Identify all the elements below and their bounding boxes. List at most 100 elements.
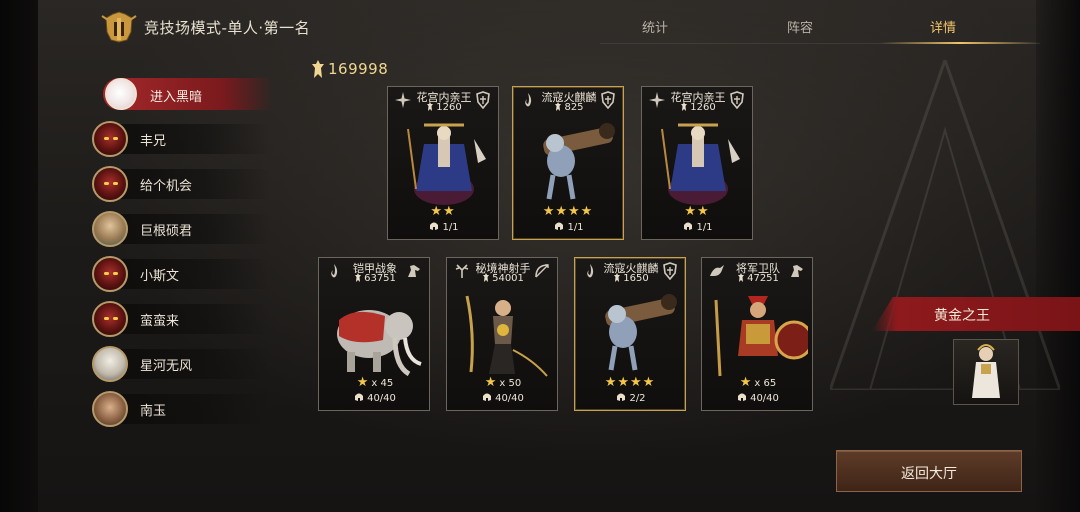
background-mountain [830, 60, 1060, 390]
stars-value: ★★ [684, 204, 710, 219]
unit-count: 40/40 [319, 392, 431, 404]
helmet-icon [430, 222, 439, 230]
tab-statistics[interactable]: 统计 [600, 14, 710, 44]
unit-power-value: 63751 [364, 273, 396, 284]
demon-helm-avatar [92, 256, 128, 292]
unit-power-value: 1650 [623, 273, 649, 284]
unit-artwork [714, 296, 808, 377]
left-edge-bar [0, 0, 38, 512]
power-icon [555, 102, 562, 111]
player-name: 小斯文 [140, 269, 180, 284]
player-item[interactable]: 丰兄 [92, 120, 270, 158]
gold-helmet-icon [101, 11, 137, 43]
stars-value: ★ [484, 375, 498, 390]
unit-card[interactable]: 秘境神射手 54001 ★ x 50 40/40 [446, 257, 558, 411]
unit-card[interactable]: 将军卫队 47251 ★ x 65 40/40 [701, 257, 813, 411]
tab-bar: 统计 阵容 详情 [600, 14, 1040, 44]
player-name: 给个机会 [140, 179, 193, 194]
unit-count-value: 1/1 [567, 222, 584, 233]
stars-value: ★★★★ [604, 375, 656, 390]
unit-count: 40/40 [702, 392, 814, 404]
unit-artwork [407, 123, 486, 205]
golden-king-banner: 黄金之王 [872, 297, 1080, 331]
power-icon [312, 60, 324, 78]
player-item[interactable]: 南玉 [92, 390, 270, 428]
helmet-icon [684, 222, 693, 230]
player-item[interactable]: 巨根硕君 [92, 210, 270, 248]
unit-artwork [337, 310, 422, 377]
star-multiplier: x 50 [499, 378, 522, 389]
stars-value: ★★★★ [542, 204, 594, 219]
demon-helm-avatar [92, 301, 128, 337]
dark-orb-icon [105, 78, 137, 110]
unit-power-value: 1260 [436, 102, 462, 113]
unit-power: 54001 [447, 273, 559, 284]
total-power: 169998 [310, 59, 388, 79]
unit-power: 1260 [388, 102, 500, 113]
unit-count-value: 40/40 [367, 393, 396, 404]
unit-power-value: 47251 [747, 273, 779, 284]
active-tab-indicator [880, 42, 1040, 44]
page-title: 竞技场模式-单人·第一名 [144, 18, 311, 37]
back-to-lobby-button[interactable]: 返回大厅 [836, 450, 1022, 492]
tab-lineup[interactable]: 阵容 [745, 14, 855, 44]
unit-power: 63751 [319, 273, 431, 284]
player-name: 巨根硕君 [140, 224, 193, 239]
player-name: 丰兄 [140, 134, 167, 149]
player-item[interactable]: 给个机会 [92, 165, 270, 203]
unit-count-value: 40/40 [495, 393, 524, 404]
unit-count-value: 40/40 [750, 393, 779, 404]
star-rating: ★★★★ [513, 204, 625, 219]
helmet-icon [483, 393, 492, 401]
unit-power: 1260 [642, 102, 754, 113]
unit-power-value: 54001 [492, 273, 524, 284]
unit-artwork [661, 123, 740, 205]
hero-portrait[interactable] [953, 339, 1019, 405]
star-multiplier: x 45 [371, 378, 394, 389]
unit-card[interactable]: 花宫内亲王 1260 ★★ 1/1 [641, 86, 753, 240]
unit-power-value: 825 [564, 102, 584, 113]
star-rating: ★★ [642, 204, 754, 219]
unit-power: 47251 [702, 273, 814, 284]
elf-avatar [92, 346, 128, 382]
stars-value: ★★ [430, 204, 456, 219]
tab-details[interactable]: 详情 [888, 14, 998, 44]
star-rating: ★ x 50 [447, 375, 559, 390]
helmet-icon [738, 393, 747, 401]
back-to-lobby-label: 返回大厅 [901, 466, 957, 482]
player-row-bg [110, 394, 270, 424]
unit-count: 1/1 [513, 221, 625, 233]
unit-card[interactable]: 流寇火麒麟 825 ★★★★ 1/1 [512, 86, 624, 240]
star-rating: ★★★★ [575, 375, 687, 390]
unit-artwork [465, 295, 548, 377]
dwarf-avatar [92, 211, 128, 247]
unit-power: 825 [513, 102, 625, 113]
unit-card[interactable]: 花宫内亲王 1260 ★★ 1/1 [387, 86, 499, 240]
enter-dark-button[interactable]: 进入黑暗 [103, 78, 273, 110]
hero-figure-icon [972, 344, 1000, 398]
player-name: 星河无风 [140, 359, 193, 374]
demon-helm-avatar [92, 166, 128, 202]
player-name: 蛮蛮来 [140, 314, 180, 329]
player-row-bg [110, 259, 270, 289]
player-item[interactable]: 星河无风 [92, 345, 270, 383]
player-item[interactable]: 蛮蛮来 [92, 300, 270, 338]
unit-card[interactable]: 流寇火麒麟 1650 ★★★★ 2/2 [574, 257, 686, 411]
star-rating: ★★ [388, 204, 500, 219]
player-item[interactable]: 小斯文 [92, 255, 270, 293]
unit-card[interactable]: 铠甲战象 63751 ★ x 45 40/40 [318, 257, 430, 411]
unit-count: 2/2 [575, 392, 687, 404]
player-row-bg [110, 304, 270, 334]
unit-power-value: 1260 [690, 102, 716, 113]
star-multiplier: x 65 [754, 378, 777, 389]
game-screen: 竞技场模式-单人·第一名 统计 阵容 详情 169998 进入黑暗 丰兄 给个机… [0, 0, 1080, 512]
enter-dark-label: 进入黑暗 [150, 90, 203, 105]
helmet-icon [555, 222, 564, 230]
unit-count-value: 2/2 [629, 393, 646, 404]
helmet-icon [355, 393, 364, 401]
player-name: 南玉 [140, 404, 167, 419]
total-power-value: 169998 [328, 60, 389, 78]
unit-count: 1/1 [642, 221, 754, 233]
power-icon [355, 273, 362, 282]
star-rating: ★ x 65 [702, 375, 814, 390]
